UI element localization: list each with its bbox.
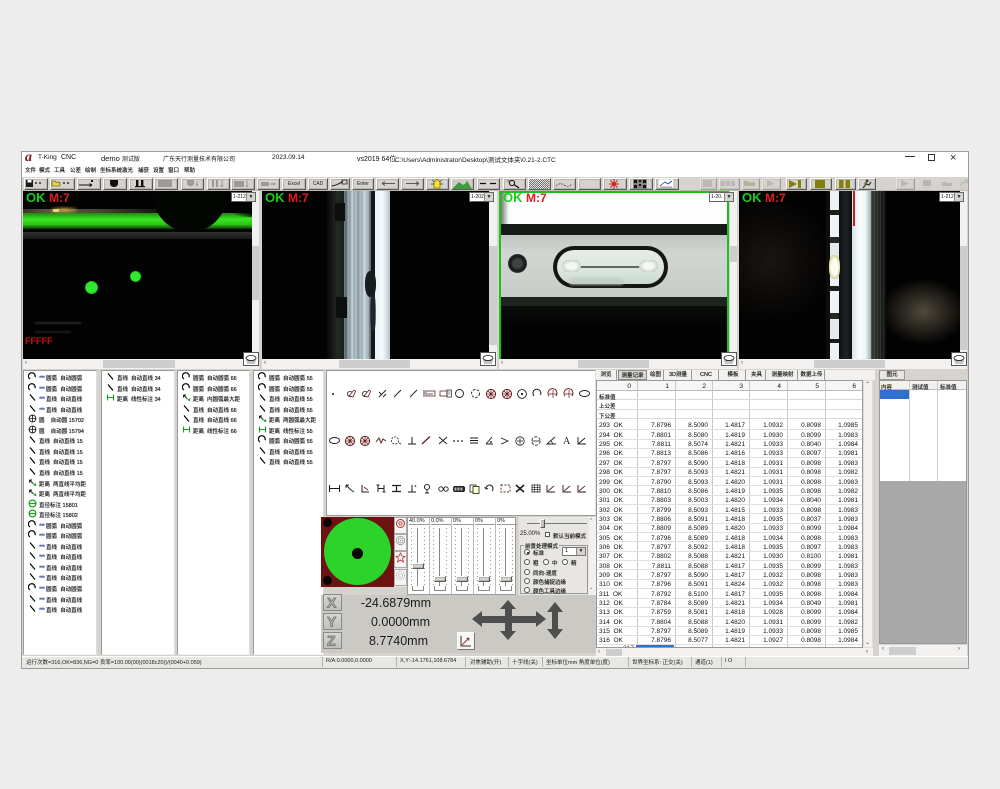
svg-text:A: A xyxy=(563,436,571,446)
svg-text:Z: Z xyxy=(327,633,336,648)
svg-text:Y: Y xyxy=(327,614,337,629)
svg-text:X: X xyxy=(327,595,337,610)
